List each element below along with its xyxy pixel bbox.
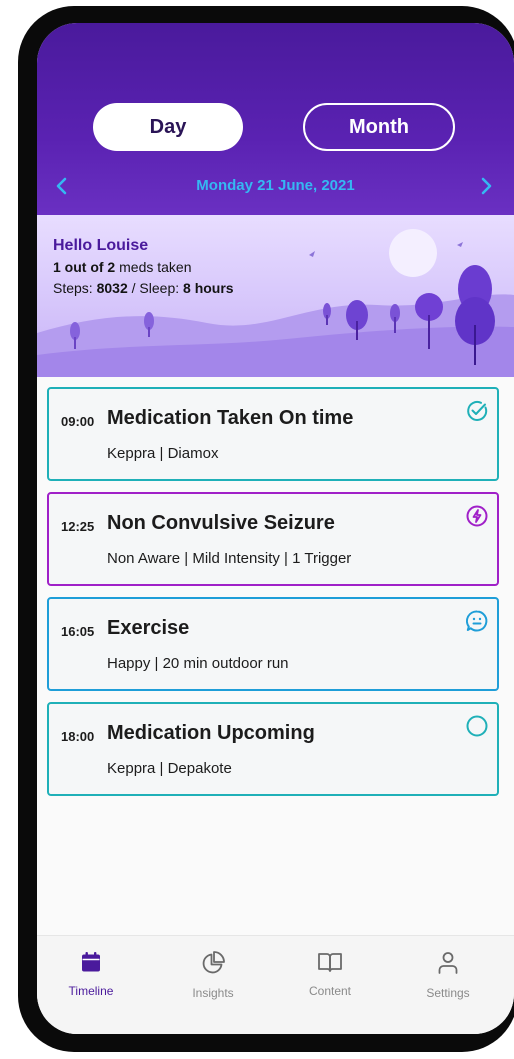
tab-label: Content: [308, 984, 352, 998]
app-screen: Day Month Monday 21 June, 2021 Hello Lou…: [37, 23, 514, 1034]
tab-label: Insights: [192, 986, 234, 1000]
tab-label: Timeline: [68, 984, 114, 998]
card-detail: Keppra | Diamox: [107, 445, 219, 462]
greeting: Hello Louise: [53, 237, 149, 254]
card-detail: Keppra | Depakote: [107, 760, 232, 777]
current-date: Monday 21 June, 2021: [196, 177, 355, 194]
card-title: Medication Taken On time: [107, 407, 354, 429]
tab-settings[interactable]: Settings: [398, 950, 498, 1000]
book-icon: [318, 953, 342, 972]
smiley-chat-icon: [466, 610, 488, 632]
timeline-card-medication-taken[interactable]: 09:00 Medication Taken On time Keppra | …: [47, 387, 499, 481]
date-navigator: Monday 21 June, 2021: [37, 173, 514, 201]
timeline-list: 09:00 Medication Taken On time Keppra | …: [47, 387, 499, 807]
steps-label: Steps:: [53, 280, 97, 296]
empty-circle-icon: [466, 715, 488, 737]
card-time: 16:05: [61, 624, 95, 639]
tab-label: Settings: [426, 986, 470, 1000]
sleep-label: / Sleep:: [127, 280, 184, 296]
pie-chart-icon: [202, 951, 225, 974]
tab-content[interactable]: Content: [280, 950, 380, 998]
steps-value: 8032: [96, 280, 128, 296]
user-icon: [438, 952, 458, 974]
header: Day Month Monday 21 June, 2021: [37, 23, 514, 215]
chevron-right-icon[interactable]: [477, 175, 495, 197]
timeline-card-exercise[interactable]: 16:05 Exercise Happy | 20 min outdoor ru…: [47, 597, 499, 691]
meds-count: 1 out of 2: [53, 259, 116, 275]
card-detail: Non Aware | Mild Intensity | 1 Trigger: [107, 550, 352, 567]
check-circle-icon: [467, 401, 488, 421]
month-toggle-button[interactable]: Month: [303, 103, 455, 151]
card-time: 18:00: [61, 729, 95, 744]
card-title: Medication Upcoming: [107, 722, 315, 744]
bottom-tab-bar: Timeline Insights Content Settings: [37, 935, 514, 1034]
card-time: 09:00: [61, 414, 95, 429]
summary-text: Hello Louise 1 out of 2 meds taken Steps…: [53, 235, 234, 299]
calendar-icon: [82, 952, 100, 972]
tab-timeline[interactable]: Timeline: [41, 950, 141, 998]
daily-summary: Hello Louise 1 out of 2 meds taken Steps…: [37, 215, 514, 377]
tab-insights[interactable]: Insights: [163, 950, 263, 1000]
card-detail: Happy | 20 min outdoor run: [107, 655, 289, 672]
card-title: Non Convulsive Seizure: [107, 512, 335, 534]
card-time: 12:25: [61, 519, 95, 534]
day-toggle-button[interactable]: Day: [93, 103, 243, 151]
meds-suffix: meds taken: [115, 259, 192, 275]
lightning-circle-icon: [466, 505, 488, 527]
timeline-card-seizure[interactable]: 12:25 Non Convulsive Seizure Non Aware |…: [47, 492, 499, 586]
meds-taken-line: 1 out of 2 meds taken: [53, 257, 234, 278]
card-title: Exercise: [107, 617, 190, 639]
sleep-value: 8 hours: [183, 280, 234, 296]
activity-line: Steps: 8032 / Sleep: 8 hours: [53, 278, 234, 299]
timeline-card-medication-upcoming[interactable]: 18:00 Medication Upcoming Keppra | Depak…: [47, 702, 499, 796]
